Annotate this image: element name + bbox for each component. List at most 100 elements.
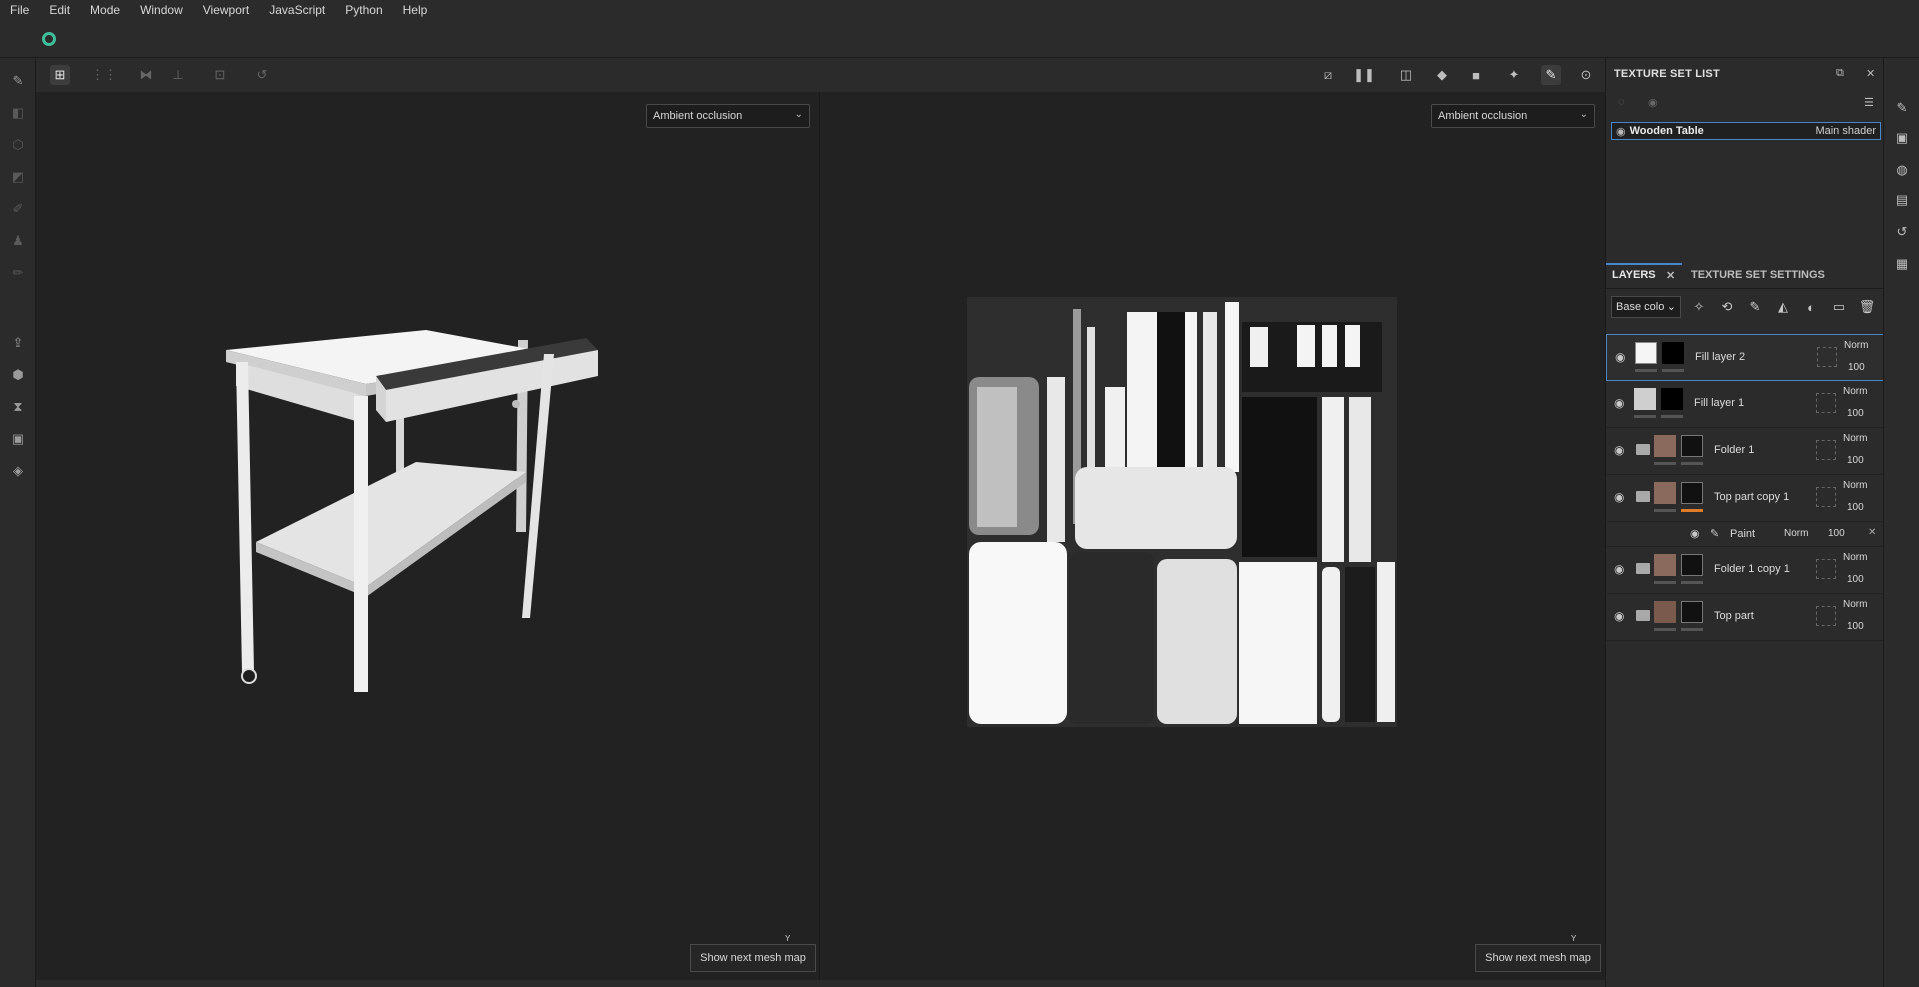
cube-view-icon[interactable]: ◆: [1432, 65, 1452, 85]
geometry-mask-icon[interactable]: ⧗: [9, 398, 27, 416]
paint-brush-icon[interactable]: ✎: [9, 72, 27, 90]
layer-geometry-mask[interactable]: [1817, 347, 1837, 367]
menu-viewport[interactable]: Viewport: [193, 3, 259, 17]
layer-geometry-mask[interactable]: [1816, 487, 1836, 507]
eye-icon[interactable]: ◉: [1614, 609, 1624, 623]
assets-icon[interactable]: ▤: [1894, 192, 1910, 208]
visibility-toggle-icon[interactable]: ◌: [1618, 96, 1625, 108]
menu-mode[interactable]: Mode: [80, 3, 130, 17]
clone-stamp-icon[interactable]: ♟: [9, 232, 27, 250]
add-effect-icon[interactable]: ✧: [1690, 298, 1708, 316]
log-icon[interactable]: ▦: [1894, 256, 1910, 272]
blend-mode[interactable]: Norm: [1843, 599, 1867, 610]
export-icon[interactable]: ⇪: [9, 334, 27, 352]
paint-mode-icon[interactable]: ✎: [1541, 65, 1561, 85]
layer-row[interactable]: ◉ Top part copy 1 Norm 100: [1606, 475, 1884, 522]
bake-icon[interactable]: ⬢: [9, 366, 27, 384]
layer-opacity[interactable]: 100: [1847, 574, 1864, 585]
texture-set-shader[interactable]: Main shader: [1815, 125, 1876, 137]
menu-help[interactable]: Help: [393, 3, 438, 17]
close-icon[interactable]: ✕: [1666, 269, 1675, 282]
blend-mode[interactable]: Norm: [1843, 480, 1867, 491]
blend-mode[interactable]: Norm: [1843, 552, 1867, 563]
menu-file[interactable]: File: [0, 3, 39, 17]
show-next-mesh-map-button[interactable]: Show next mesh map: [1475, 944, 1601, 972]
align-icon[interactable]: ⊥: [168, 65, 188, 85]
eraser-icon[interactable]: ◧: [9, 104, 27, 122]
grid-select-icon[interactable]: ⊞: [50, 65, 70, 85]
layer-opacity[interactable]: 100: [1847, 408, 1864, 419]
layer-opacity[interactable]: 100: [1848, 362, 1865, 373]
channel-dropdown-2d[interactable]: Ambient occlusion ⌄: [1431, 104, 1595, 128]
tiling-icon[interactable]: ⋮⋮: [91, 65, 117, 85]
blend-mode[interactable]: Norm: [1844, 340, 1868, 351]
add-smart-material-icon[interactable]: ⟲: [1718, 298, 1736, 316]
show-next-mesh-map-button[interactable]: Show next mesh map: [690, 944, 816, 972]
display-settings-icon[interactable]: ▣: [9, 430, 27, 448]
blend-mode[interactable]: Norm: [1843, 386, 1867, 397]
layer-geometry-mask[interactable]: [1816, 440, 1836, 460]
layer-row[interactable]: ◉ Folder 1 copy 1 Norm 100: [1606, 547, 1884, 594]
menu-window[interactable]: Window: [130, 3, 193, 17]
layer-row[interactable]: ◉ Fill layer 1 Norm 100: [1606, 381, 1884, 428]
eye-icon[interactable]: ◉: [1614, 396, 1624, 410]
add-frame-icon[interactable]: ⊡: [210, 65, 230, 85]
add-folder-icon[interactable]: ▭: [1830, 298, 1848, 316]
menu-javascript[interactable]: JavaScript: [259, 3, 335, 17]
smudge-icon[interactable]: ✐: [9, 200, 27, 218]
layer-opacity[interactable]: 100: [1847, 621, 1864, 632]
layer-row[interactable]: ◉ Top part Norm 100: [1606, 594, 1884, 641]
eye-icon[interactable]: ◉: [1615, 350, 1625, 364]
add-mask-icon[interactable]: ◐: [1802, 298, 1820, 316]
layer-geometry-mask[interactable]: [1816, 393, 1836, 413]
add-fill-layer-icon[interactable]: ◭: [1774, 298, 1792, 316]
sublayer-opacity[interactable]: 100: [1828, 528, 1845, 539]
tab-texture-set-settings[interactable]: TEXTURE SET SETTINGS: [1691, 269, 1825, 281]
symmetry-icon[interactable]: ⧓: [136, 65, 156, 85]
eye-icon[interactable]: ◉: [1614, 562, 1624, 576]
screenshot-icon[interactable]: ⊙: [1576, 65, 1596, 85]
viewport-3d[interactable]: Ambient occlusion ⌄ Y Show next mesh map: [36, 92, 820, 980]
color-picker-icon[interactable]: ✏: [9, 264, 27, 282]
projection-icon[interactable]: ⬡: [9, 136, 27, 154]
split-view-icon[interactable]: ◫: [1396, 65, 1416, 85]
particles-icon[interactable]: ✦: [1504, 65, 1524, 85]
blend-mode[interactable]: Norm: [1843, 433, 1867, 444]
sublayer-row[interactable]: ◉ ✎ Paint Norm 100 ✕: [1606, 522, 1884, 547]
close-icon[interactable]: ✕: [1866, 67, 1875, 80]
polygon-fill-icon[interactable]: ◩: [9, 168, 27, 186]
eye-icon[interactable]: ◉: [1614, 490, 1624, 504]
history-icon[interactable]: ↺: [252, 65, 272, 85]
layer-opacity[interactable]: 100: [1847, 502, 1864, 513]
hide-uv-icon[interactable]: ⧄: [1318, 65, 1338, 85]
list-settings-icon[interactable]: ☰: [1864, 96, 1874, 109]
mesh-icon[interactable]: ◈: [9, 462, 27, 480]
menu-python[interactable]: Python: [335, 3, 392, 17]
layer-row[interactable]: ◉ Fill layer 2 Norm 100: [1606, 334, 1884, 381]
layer-row[interactable]: ◉ Folder 1 Norm 100: [1606, 428, 1884, 475]
camera-icon[interactable]: ■: [1466, 65, 1486, 85]
channel-select[interactable]: Base colo ⌄: [1611, 296, 1681, 318]
solo-icon[interactable]: ◉: [1648, 96, 1658, 109]
layer-geometry-mask[interactable]: [1816, 606, 1836, 626]
close-icon[interactable]: ✕: [1868, 527, 1876, 538]
display-settings-icon[interactable]: ▣: [1894, 130, 1910, 146]
sublayer-blend[interactable]: Norm: [1784, 528, 1808, 539]
eye-icon[interactable]: ◉: [1614, 443, 1624, 457]
texture-set-item[interactable]: ◉ Wooden Table Main shader: [1611, 122, 1881, 140]
viewport-2d[interactable]: Ambient occlusion ⌄ Y Show next mesh map: [821, 92, 1605, 980]
environment-icon[interactable]: ◍: [1894, 162, 1910, 178]
layer-opacity[interactable]: 100: [1847, 455, 1864, 466]
add-paint-layer-icon[interactable]: ✎: [1746, 298, 1764, 316]
channel-dropdown-3d[interactable]: Ambient occlusion ⌄: [646, 104, 810, 128]
menu-edit[interactable]: Edit: [39, 3, 80, 17]
float-panel-icon[interactable]: ⧉: [1836, 67, 1844, 80]
eye-icon[interactable]: ◉: [1616, 125, 1626, 138]
pause-icon[interactable]: ❚❚: [1353, 65, 1375, 85]
delete-icon[interactable]: 🗑: [1858, 298, 1876, 316]
layer-geometry-mask[interactable]: [1816, 559, 1836, 579]
eye-icon[interactable]: ◉: [1690, 527, 1700, 540]
tab-layers[interactable]: LAYERS: [1612, 269, 1656, 281]
shelf-icon[interactable]: ✎: [1894, 100, 1910, 116]
history-icon[interactable]: ↺: [1894, 224, 1910, 240]
